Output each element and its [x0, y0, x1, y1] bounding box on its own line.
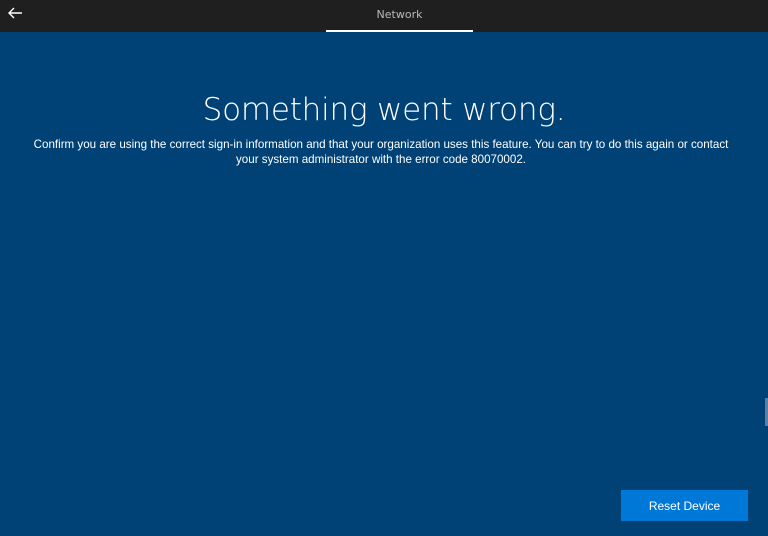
error-panel: Something went wrong. Confirm you are us…: [0, 32, 768, 536]
reset-device-button[interactable]: Reset Device: [621, 490, 748, 521]
error-message: Confirm you are using the correct sign-i…: [33, 138, 729, 166]
tab-label: Network: [376, 8, 423, 21]
page-title: Something went wrong.: [202, 92, 566, 128]
tab-network[interactable]: Network: [326, 0, 473, 32]
back-button[interactable]: [4, 4, 26, 26]
arrow-left-icon: [7, 5, 23, 25]
top-bar: Network: [0, 0, 768, 32]
